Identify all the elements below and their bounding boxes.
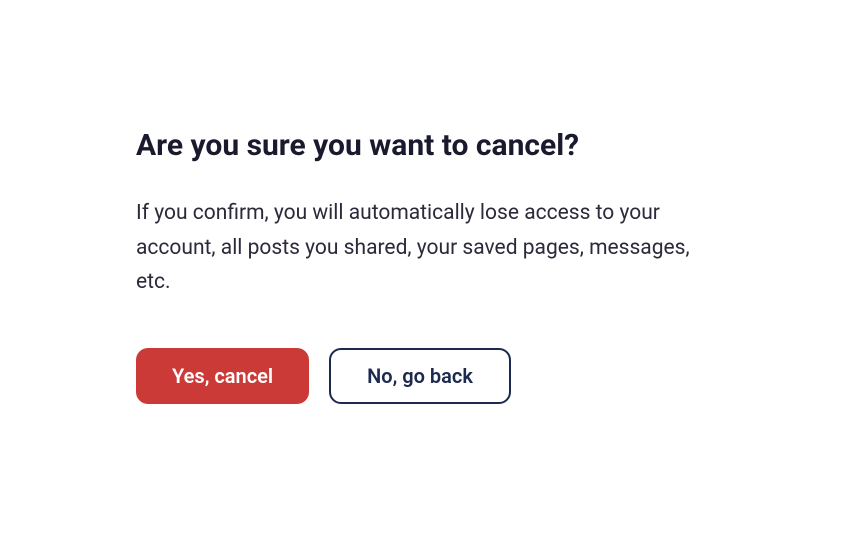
go-back-button[interactable]: No, go back [329,348,511,404]
dialog-body: If you confirm, you will automatically l… [136,196,696,300]
dialog-button-row: Yes, cancel No, go back [136,348,736,404]
dialog-title: Are you sure you want to cancel? [136,128,736,164]
confirm-cancel-dialog: Are you sure you want to cancel? If you … [136,128,736,404]
confirm-cancel-button[interactable]: Yes, cancel [136,348,309,404]
